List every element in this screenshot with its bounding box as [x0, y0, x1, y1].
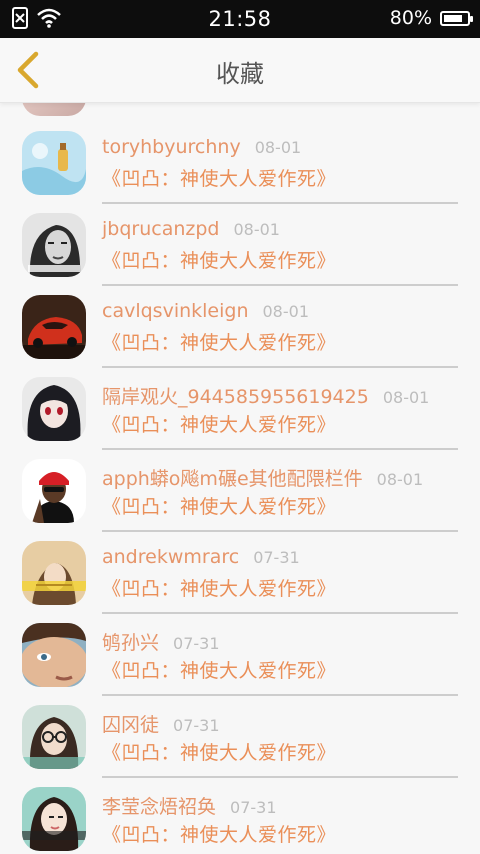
comic-title[interactable]: 《凹凸：神使大人爱作死》: [102, 738, 336, 765]
comic-title[interactable]: 《凹凸：神使大人爱作死》: [102, 820, 336, 847]
avatar[interactable]: [22, 541, 86, 605]
avatar[interactable]: [22, 377, 86, 441]
name-row: jbqrucanzpd 08-01: [102, 218, 280, 240]
user-name[interactable]: 隔岸观火_944585955619425: [102, 382, 369, 409]
divider: [102, 776, 458, 778]
divider: [102, 202, 458, 204]
date: 08-01: [233, 220, 280, 239]
user-name[interactable]: andrekwmrarc: [102, 546, 239, 568]
list-item[interactable]: 李莹念焐祒奂 07-31 《凹凸：神使大人爱作死》: [0, 782, 480, 854]
divider: [102, 366, 458, 368]
list-item-partial[interactable]: [0, 102, 480, 116]
avatar[interactable]: [22, 787, 86, 851]
divider: [102, 448, 458, 450]
page-title: 收藏: [216, 60, 264, 88]
battery-percent: 80%: [389, 7, 432, 29]
date: 08-01: [262, 302, 310, 321]
comic-title[interactable]: 《凹凸：神使大人爱作死》: [102, 164, 336, 191]
favorites-list[interactable]: toryhbyurchny 08-01 《凹凸：神使大人爱作死》 jbqruca…: [0, 102, 480, 854]
comic-title[interactable]: 《凹凸：神使大人爱作死》: [102, 492, 336, 519]
status-icons-right: 80%: [389, 7, 473, 29]
status-bar: 21:58 80%: [0, 0, 480, 38]
date: 08-01: [254, 138, 302, 157]
date: 08-01: [382, 388, 430, 407]
date: 08-01: [376, 470, 424, 489]
name-row: 李莹念焐祒奂 07-31: [102, 792, 277, 819]
name-row: apph蟒o飚m碾e其他配隈栏件 08-01: [102, 464, 423, 491]
list-item[interactable]: 隔岸观火_944585955619425 08-01 《凹凸：神使大人爱作死》: [0, 372, 480, 454]
battery-level: [444, 14, 462, 22]
user-name[interactable]: jbqrucanzpd: [102, 218, 219, 240]
avatar[interactable]: [22, 213, 86, 277]
date: 07-31: [230, 798, 277, 817]
name-row: 鸲孙兴 07-31: [102, 628, 220, 655]
user-name[interactable]: 鸲孙兴: [102, 628, 159, 655]
list-item[interactable]: jbqrucanzpd 08-01 《凹凸：神使大人爱作死》: [0, 208, 480, 290]
divider: [102, 694, 458, 696]
user-name[interactable]: apph蟒o飚m碾e其他配隈栏件: [102, 464, 363, 491]
list-item[interactable]: 囚冈徒 07-31 《凹凸：神使大人爱作死》: [0, 700, 480, 782]
user-name[interactable]: toryhbyurchny: [102, 136, 241, 158]
divider: [102, 530, 458, 532]
avatar[interactable]: [22, 623, 86, 687]
user-name[interactable]: 李莹念焐祒奂: [102, 792, 216, 819]
avatar[interactable]: [22, 131, 86, 195]
comic-title[interactable]: 《凹凸：神使大人爱作死》: [102, 246, 336, 273]
date: 07-31: [173, 634, 220, 653]
list-item[interactable]: toryhbyurchny 08-01 《凹凸：神使大人爱作死》: [0, 126, 480, 208]
comic-title[interactable]: 《凹凸：神使大人爱作死》: [102, 328, 336, 355]
divider: [102, 284, 458, 286]
name-row: 囚冈徒 07-31: [102, 710, 220, 737]
avatar[interactable]: [22, 459, 86, 523]
nav-bar: 收藏: [0, 38, 480, 103]
list-item[interactable]: 鸲孙兴 07-31 《凹凸：神使大人爱作死》: [0, 618, 480, 700]
comic-title[interactable]: 《凹凸：神使大人爱作死》: [102, 574, 336, 601]
avatar[interactable]: [22, 295, 86, 359]
user-name[interactable]: cavlqsvinkleign: [102, 300, 249, 322]
name-row: cavlqsvinkleign 08-01: [102, 300, 309, 322]
battery-icon: [440, 10, 473, 26]
comic-title[interactable]: 《凹凸：神使大人爱作死》: [102, 656, 336, 683]
list-item[interactable]: cavlqsvinkleign 08-01 《凹凸：神使大人爱作死》: [0, 290, 480, 372]
name-row: 隔岸观火_944585955619425 08-01: [102, 382, 429, 409]
list-item[interactable]: apph蟒o飚m碾e其他配隈栏件 08-01 《凹凸：神使大人爱作死》: [0, 454, 480, 536]
divider: [102, 612, 458, 614]
comic-title[interactable]: 《凹凸：神使大人爱作死》: [102, 410, 336, 437]
date: 07-31: [253, 548, 300, 567]
list-item[interactable]: andrekwmrarc 07-31 《凹凸：神使大人爱作死》: [0, 536, 480, 618]
avatar[interactable]: [22, 705, 86, 769]
avatar: [22, 102, 86, 116]
name-row: toryhbyurchny 08-01: [102, 136, 301, 158]
name-row: andrekwmrarc 07-31: [102, 546, 300, 568]
date: 07-31: [173, 716, 220, 735]
user-name[interactable]: 囚冈徒: [102, 710, 159, 737]
